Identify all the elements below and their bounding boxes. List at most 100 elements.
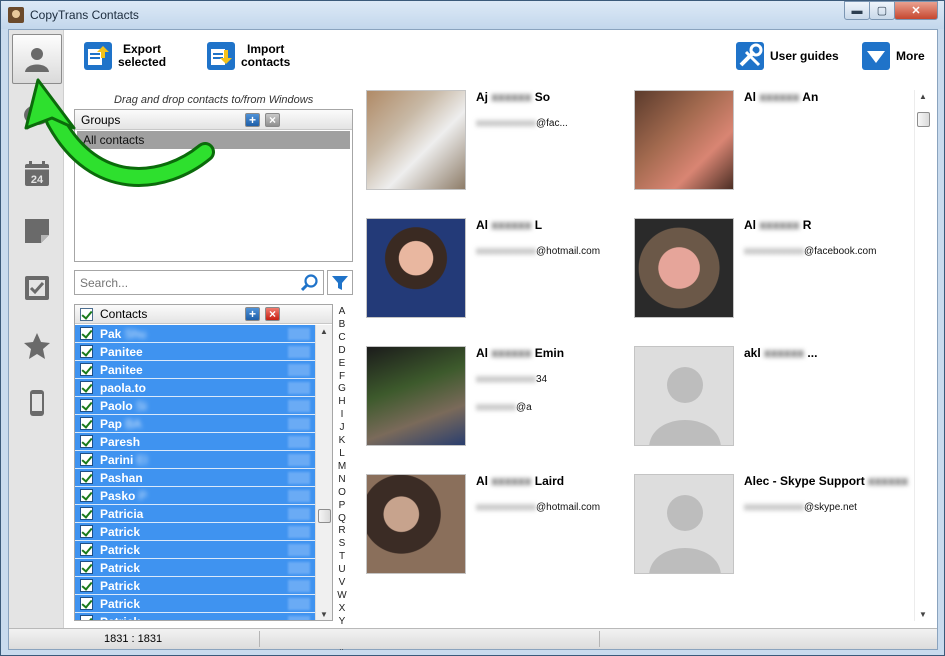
scroll-down-arrow[interactable]: ▼ xyxy=(320,610,328,619)
contact-checkbox[interactable] xyxy=(80,597,93,610)
contact-row[interactable]: paola.to xyxy=(75,379,315,397)
contact-checkbox[interactable] xyxy=(80,381,93,394)
contact-row[interactable]: Patrick xyxy=(75,613,315,620)
contact-checkbox[interactable] xyxy=(80,525,93,538)
rail-messages-button[interactable] xyxy=(12,92,62,142)
contact-checkbox[interactable] xyxy=(80,471,93,484)
contact-row[interactable]: Patricia xyxy=(75,505,315,523)
delete-contact-button[interactable]: × xyxy=(265,307,280,321)
contact-checkbox[interactable] xyxy=(80,579,93,592)
contact-row[interactable]: Patrick xyxy=(75,541,315,559)
alphabet-letter[interactable]: P xyxy=(336,500,348,513)
contacts-scroll-thumb[interactable] xyxy=(318,509,331,523)
search-input[interactable] xyxy=(75,271,295,294)
add-contact-button[interactable]: + xyxy=(245,307,260,321)
minimize-button[interactable]: ▬ xyxy=(844,1,870,20)
alphabet-letter[interactable]: D xyxy=(336,345,348,358)
title-bar[interactable]: CopyTrans Contacts ▬ ▢ ✕ xyxy=(1,1,944,29)
filter-button[interactable] xyxy=(327,270,353,295)
alphabet-letter[interactable]: B xyxy=(336,319,348,332)
alphabet-letter[interactable]: S xyxy=(336,538,348,551)
contact-card[interactable]: Al xxxxxx Emin xxxxxxxxxxxx34 xxxxxxxx@a xyxy=(366,346,626,456)
alphabet-letter[interactable]: R xyxy=(336,525,348,538)
scroll-up-arrow[interactable]: ▲ xyxy=(320,327,328,336)
contact-row[interactable]: Pap BA xyxy=(75,415,315,433)
contact-row[interactable]: Panitee xyxy=(75,361,315,379)
search-icon[interactable] xyxy=(301,274,319,292)
rail-favorites-button[interactable] xyxy=(12,321,62,371)
user-guides-button[interactable]: User guides xyxy=(736,42,839,70)
add-group-button[interactable]: + xyxy=(245,113,260,127)
close-button[interactable]: ✕ xyxy=(894,1,938,20)
alphabet-letter[interactable]: L xyxy=(336,448,348,461)
contact-card[interactable]: Aj xxxxxx So xxxxxxxxxxxx@fac... xyxy=(366,90,626,200)
select-all-checkbox[interactable] xyxy=(80,308,93,321)
export-selected-button[interactable]: Export selected xyxy=(84,42,166,70)
contact-row[interactable]: Patrick xyxy=(75,523,315,541)
contact-row[interactable]: Patrick xyxy=(75,577,315,595)
alphabet-letter[interactable]: Q xyxy=(336,513,348,526)
contact-checkbox[interactable] xyxy=(80,399,93,412)
contact-card[interactable]: akl xxxxxx ... xyxy=(634,346,894,456)
contact-checkbox[interactable] xyxy=(80,417,93,430)
alphabet-letter[interactable]: V xyxy=(336,577,348,590)
alphabet-letter[interactable]: O xyxy=(336,487,348,500)
maximize-button[interactable]: ▢ xyxy=(869,1,895,20)
alphabet-letter[interactable]: W xyxy=(336,590,348,603)
delete-group-button[interactable]: × xyxy=(265,113,280,127)
tools-icon xyxy=(736,42,764,70)
alphabet-letter[interactable]: T xyxy=(336,551,348,564)
alphabet-letter[interactable]: K xyxy=(336,435,348,448)
contact-checkbox[interactable] xyxy=(80,507,93,520)
contact-row[interactable]: Patrick xyxy=(75,595,315,613)
contact-row[interactable]: Pak Shu xyxy=(75,325,315,343)
group-item-all-contacts[interactable]: All contacts xyxy=(77,131,350,149)
contacts-scrollbar[interactable]: ▲ ▼ xyxy=(315,325,332,620)
contact-checkbox[interactable] xyxy=(80,543,93,556)
rail-contacts-button[interactable] xyxy=(12,34,62,84)
rail-notes-button[interactable] xyxy=(12,206,62,256)
cards-scroll-thumb[interactable] xyxy=(917,112,930,127)
alphabet-letter[interactable]: J xyxy=(336,422,348,435)
alphabet-letter[interactable]: C xyxy=(336,332,348,345)
contact-checkbox[interactable] xyxy=(80,327,93,340)
alphabet-letter[interactable]: A xyxy=(336,306,348,319)
cards-scroll-down-arrow[interactable]: ▼ xyxy=(919,610,927,619)
alphabet-letter[interactable]: M xyxy=(336,461,348,474)
contact-checkbox[interactable] xyxy=(80,435,93,448)
rail-tasks-button[interactable] xyxy=(12,263,62,313)
contact-checkbox[interactable] xyxy=(80,489,93,502)
cards-scrollbar[interactable]: ▲ ▼ xyxy=(914,90,931,621)
contact-checkbox[interactable] xyxy=(80,345,93,358)
contact-card[interactable]: Al xxxxxx Lxxxxxxxxxxxx@hotmail.com xyxy=(366,218,626,328)
contact-row[interactable]: Panitee xyxy=(75,343,315,361)
contact-checkbox[interactable] xyxy=(80,561,93,574)
contact-row[interactable]: Pashan xyxy=(75,469,315,487)
more-button[interactable]: More xyxy=(862,42,925,70)
contact-row[interactable]: Parini El xyxy=(75,451,315,469)
contact-card[interactable]: Al xxxxxx An xyxy=(634,90,894,200)
rail-calendar-button[interactable]: 24 xyxy=(12,149,62,199)
contact-row[interactable]: Pasko P xyxy=(75,487,315,505)
contact-checkbox[interactable] xyxy=(80,363,93,376)
alphabet-letter[interactable]: F xyxy=(336,371,348,384)
alphabet-letter[interactable]: G xyxy=(336,383,348,396)
import-contacts-button[interactable]: Import contacts xyxy=(207,42,290,70)
alphabet-letter[interactable]: X xyxy=(336,603,348,616)
contact-checkbox[interactable] xyxy=(80,453,93,466)
contact-checkbox[interactable] xyxy=(80,615,93,620)
alphabet-letter[interactable]: N xyxy=(336,474,348,487)
contact-row[interactable]: Paolo Si xyxy=(75,397,315,415)
alphabet-letter[interactable]: E xyxy=(336,358,348,371)
contact-card[interactable]: Al xxxxxx Rxxxxxxxxxxxx@facebook.com xyxy=(634,218,894,328)
rail-device-button[interactable] xyxy=(12,378,62,428)
alphabet-letter[interactable]: U xyxy=(336,564,348,577)
contact-card[interactable]: Alec - Skype Support xxxxxx xxxxxxxxxxxx… xyxy=(634,474,908,584)
contact-row[interactable]: Paresh xyxy=(75,433,315,451)
contact-row[interactable]: Patrick xyxy=(75,559,315,577)
alphabet-letter[interactable]: Y xyxy=(336,616,348,629)
cards-scroll-up-arrow[interactable]: ▲ xyxy=(919,92,927,101)
contact-card[interactable]: Al xxxxxx Laird xxxxxxxxxxxx@hotmail.com xyxy=(366,474,626,584)
alphabet-letter[interactable]: I xyxy=(336,409,348,422)
alphabet-letter[interactable]: H xyxy=(336,396,348,409)
